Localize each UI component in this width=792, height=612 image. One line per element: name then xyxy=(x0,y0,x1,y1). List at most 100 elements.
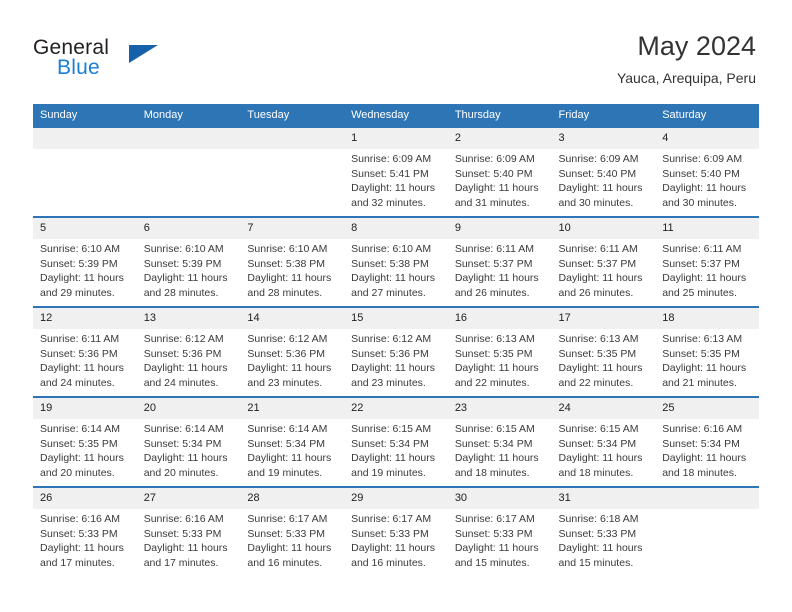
daylight-text-line2: and 32 minutes. xyxy=(351,196,426,209)
sunrise-text: Sunrise: 6:11 AM xyxy=(662,243,742,255)
day-number: 12 xyxy=(33,308,137,329)
calendar-day-cell-empty xyxy=(655,486,759,576)
calendar-day-cell[interactable]: 23 Sunrise: 6:15 AM Sunset: 5:34 PM Dayligh… xyxy=(447,396,552,487)
day-number: 28 xyxy=(240,488,345,509)
triangle-logo-icon xyxy=(129,45,158,63)
day-cell-inner: 24 Sunrise: 6:15 AM Sunset: 5:34 PM Dayligh… xyxy=(551,398,656,486)
day-number: 18 xyxy=(655,308,759,329)
calendar-day-cell[interactable]: 12 Sunrise: 6:11 AM Sunset: 5:36 PM Dayligh… xyxy=(33,306,137,397)
calendar-day-cell[interactable]: 18 Sunrise: 6:13 AM Sunset: 5:35 PM Dayligh… xyxy=(655,306,759,397)
page-title: May 2024 xyxy=(637,31,756,61)
calendar-day-cell[interactable]: 3 Sunrise: 6:09 AM Sunset: 5:40 PM Daylight… xyxy=(551,126,656,217)
day-cell-inner: 12 Sunrise: 6:11 AM Sunset: 5:36 PM Dayligh… xyxy=(33,308,137,396)
day-cell-inner: 1 Sunrise: 6:09 AM Sunset: 5:41 PM Daylight… xyxy=(344,128,448,216)
weekday-header-thursday: Thursday xyxy=(447,104,552,127)
calendar-day-cell[interactable]: 1 Sunrise: 6:09 AM Sunset: 5:41 PM Daylight… xyxy=(344,126,448,217)
location-subtitle: Yauca, Arequipa, Peru xyxy=(616,70,756,86)
calendar-week-row: 5 Sunrise: 6:10 AM Sunset: 5:39 PM Daylight… xyxy=(33,216,759,307)
calendar-day-cell[interactable]: 11 Sunrise: 6:11 AM Sunset: 5:37 PM Dayligh… xyxy=(655,216,759,307)
daylight-text-line1: Daylight: 11 hours xyxy=(40,452,124,465)
day-details: Sunrise: 6:14 AM Sunset: 5:34 PM Daylight:… xyxy=(137,419,241,480)
calendar-day-cell[interactable]: 31 Sunrise: 6:18 AM Sunset: 5:33 PM Dayligh… xyxy=(551,486,656,576)
calendar-day-cell[interactable]: 29 Sunrise: 6:17 AM Sunset: 5:33 PM Dayligh… xyxy=(344,486,448,576)
sunset-text: Sunset: 5:35 PM xyxy=(558,347,637,360)
daylight-text-line1: Daylight: 11 hours xyxy=(143,272,228,285)
calendar-day-cell[interactable]: 8 Sunrise: 6:10 AM Sunset: 5:38 PM Daylight… xyxy=(344,216,448,307)
calendar-day-cell[interactable]: 20 Sunrise: 6:14 AM Sunset: 5:34 PM Dayligh… xyxy=(136,396,241,487)
day-details xyxy=(240,149,344,152)
calendar-week-row: 26 Sunrise: 6:16 AM Sunset: 5:33 PM Dayligh… xyxy=(33,486,759,576)
daylight-text-line2: and 28 minutes. xyxy=(247,286,323,299)
sunset-text: Sunset: 5:36 PM xyxy=(40,347,118,360)
calendar-day-cell[interactable]: 15 Sunrise: 6:12 AM Sunset: 5:36 PM Dayligh… xyxy=(344,306,448,397)
day-cell-inner: 22 Sunrise: 6:15 AM Sunset: 5:34 PM Dayligh… xyxy=(344,398,448,486)
calendar-day-cell[interactable]: 26 Sunrise: 6:16 AM Sunset: 5:33 PM Dayligh… xyxy=(33,486,137,576)
brand-logo[interactable]: General Blue xyxy=(33,36,253,88)
sunset-text: Sunset: 5:33 PM xyxy=(558,527,637,540)
day-cell-inner: 17 Sunrise: 6:13 AM Sunset: 5:35 PM Dayligh… xyxy=(551,308,656,396)
day-cell-inner: 4 Sunrise: 6:09 AM Sunset: 5:40 PM Daylight… xyxy=(655,128,759,216)
sunrise-text: Sunrise: 6:14 AM xyxy=(247,423,328,435)
day-details: Sunrise: 6:17 AM Sunset: 5:33 PM Daylight:… xyxy=(240,509,344,570)
sunset-text: Sunset: 5:36 PM xyxy=(143,347,222,360)
calendar-day-cell[interactable]: 7 Sunrise: 6:10 AM Sunset: 5:38 PM Daylight… xyxy=(240,216,345,307)
sunrise-text: Sunrise: 6:16 AM xyxy=(40,513,120,525)
calendar-day-cell[interactable]: 10 Sunrise: 6:11 AM Sunset: 5:37 PM Dayligh… xyxy=(551,216,656,307)
daylight-text-line1: Daylight: 11 hours xyxy=(40,362,124,375)
day-details: Sunrise: 6:11 AM Sunset: 5:36 PM Daylight:… xyxy=(33,329,137,390)
sunset-text: Sunset: 5:34 PM xyxy=(247,437,326,450)
day-number: 1 xyxy=(344,128,448,149)
day-details: Sunrise: 6:09 AM Sunset: 5:41 PM Daylight:… xyxy=(344,149,448,210)
sunrise-text: Sunrise: 6:12 AM xyxy=(143,333,224,345)
day-number: 13 xyxy=(136,308,241,329)
calendar-day-cell[interactable]: 24 Sunrise: 6:15 AM Sunset: 5:34 PM Dayligh… xyxy=(551,396,656,487)
calendar-day-cell[interactable]: 16 Sunrise: 6:13 AM Sunset: 5:35 PM Dayligh… xyxy=(447,306,552,397)
calendar-day-cell[interactable]: 6 Sunrise: 6:10 AM Sunset: 5:39 PM Daylight… xyxy=(136,216,241,307)
daylight-text-line2: and 23 minutes. xyxy=(247,376,323,389)
calendar-day-cell[interactable]: 21 Sunrise: 6:14 AM Sunset: 5:34 PM Dayligh… xyxy=(240,396,345,487)
daylight-text-line1: Daylight: 11 hours xyxy=(247,362,332,375)
day-number: 26 xyxy=(33,488,137,509)
calendar-page: General Blue May 2024 Yauca, Arequipa, P… xyxy=(0,0,792,612)
sunrise-text: Sunrise: 6:10 AM xyxy=(351,243,432,255)
calendar-day-cell[interactable]: 13 Sunrise: 6:12 AM Sunset: 5:36 PM Dayligh… xyxy=(136,306,241,397)
day-details: Sunrise: 6:12 AM Sunset: 5:36 PM Daylight:… xyxy=(137,329,241,390)
sunset-text: Sunset: 5:39 PM xyxy=(143,257,222,270)
weekday-headers: Sunday Monday Tuesday Wednesday Thursday Frid… xyxy=(33,104,759,127)
calendar-day-cell[interactable]: 14 Sunrise: 6:12 AM Sunset: 5:36 PM Dayligh… xyxy=(240,306,345,397)
sunrise-text: Sunrise: 6:10 AM xyxy=(143,243,224,255)
daylight-text-line2: and 19 minutes. xyxy=(351,466,426,479)
day-number xyxy=(655,488,759,509)
day-details: Sunrise: 6:13 AM Sunset: 5:35 PM Daylight:… xyxy=(655,329,759,390)
calendar-day-cell[interactable]: 27 Sunrise: 6:16 AM Sunset: 5:33 PM Dayligh… xyxy=(136,486,241,576)
calendar-day-cell[interactable]: 9 Sunrise: 6:11 AM Sunset: 5:37 PM Daylight… xyxy=(447,216,552,307)
day-cell-inner: 9 Sunrise: 6:11 AM Sunset: 5:37 PM Daylight… xyxy=(447,218,552,306)
day-details: Sunrise: 6:15 AM Sunset: 5:34 PM Daylight:… xyxy=(448,419,552,480)
daylight-text-line2: and 28 minutes. xyxy=(143,286,219,299)
calendar-day-cell-empty xyxy=(136,126,241,217)
daylight-text-line2: and 20 minutes. xyxy=(40,466,115,479)
daylight-text-line2: and 16 minutes. xyxy=(351,556,426,569)
calendar-day-cell[interactable]: 4 Sunrise: 6:09 AM Sunset: 5:40 PM Daylight… xyxy=(655,126,759,217)
sunset-text: Sunset: 5:35 PM xyxy=(662,347,740,360)
title-block: May 2024 Yauca, Arequipa, Peru xyxy=(617,30,756,87)
day-details: Sunrise: 6:09 AM Sunset: 5:40 PM Daylight:… xyxy=(552,149,656,210)
sunrise-text: Sunrise: 6:09 AM xyxy=(558,153,639,165)
daylight-text-line1: Daylight: 11 hours xyxy=(351,452,435,465)
day-cell-inner: 3 Sunrise: 6:09 AM Sunset: 5:40 PM Daylight… xyxy=(551,128,656,216)
day-number: 21 xyxy=(240,398,345,419)
day-cell-inner: 6 Sunrise: 6:10 AM Sunset: 5:39 PM Daylight… xyxy=(136,218,241,306)
calendar-day-cell[interactable]: 28 Sunrise: 6:17 AM Sunset: 5:33 PM Dayligh… xyxy=(240,486,345,576)
calendar-day-cell[interactable]: 19 Sunrise: 6:14 AM Sunset: 5:35 PM Dayligh… xyxy=(33,396,137,487)
day-details xyxy=(33,149,137,152)
calendar-day-cell[interactable]: 2 Sunrise: 6:09 AM Sunset: 5:40 PM Daylight… xyxy=(447,126,552,217)
calendar-day-cell[interactable]: 25 Sunrise: 6:16 AM Sunset: 5:34 PM Dayligh… xyxy=(655,396,759,487)
calendar-day-cell[interactable]: 30 Sunrise: 6:17 AM Sunset: 5:33 PM Dayligh… xyxy=(447,486,552,576)
weekday-header-wednesday: Wednesday xyxy=(344,104,448,127)
daylight-text-line1: Daylight: 11 hours xyxy=(351,182,435,195)
calendar-day-cell[interactable]: 22 Sunrise: 6:15 AM Sunset: 5:34 PM Dayligh… xyxy=(344,396,448,487)
daylight-text-line2: and 31 minutes. xyxy=(454,196,530,209)
calendar-day-cell[interactable]: 17 Sunrise: 6:13 AM Sunset: 5:35 PM Dayligh… xyxy=(551,306,656,397)
calendar-day-cell[interactable]: 5 Sunrise: 6:10 AM Sunset: 5:39 PM Daylight… xyxy=(33,216,137,307)
sunset-text: Sunset: 5:38 PM xyxy=(247,257,326,270)
